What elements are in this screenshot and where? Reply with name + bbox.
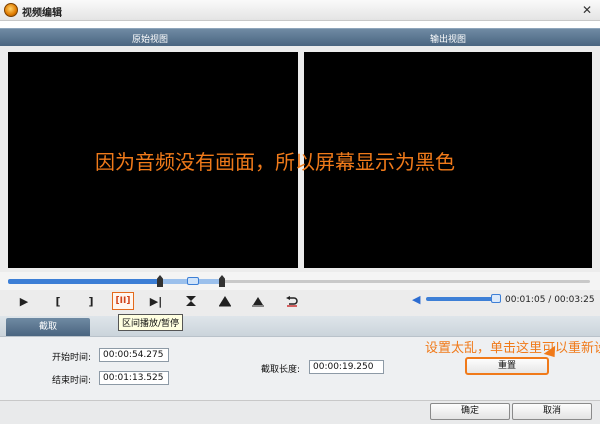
app-logo-icon <box>4 3 18 17</box>
tooltip: 区间播放/暂停 <box>118 314 184 331</box>
undo-icon[interactable] <box>281 292 303 310</box>
play-icon[interactable]: ▶ <box>13 292 35 310</box>
view-header: 原始视图 输出视图 <box>0 28 600 46</box>
mark-in-icon[interactable]: [ <box>47 292 69 310</box>
reset-hint-annotation: 设置太乱，单击这里可以重新设置 <box>425 341 600 356</box>
cancel-button[interactable]: 取消 <box>512 403 592 420</box>
tab-trim[interactable]: 截取 <box>6 318 90 336</box>
title-bar: 视频编辑 ✕ <box>0 0 600 21</box>
volume-icon[interactable]: ◀ <box>412 293 420 306</box>
start-time-label: 开始时间: <box>52 353 92 363</box>
current-time: 00:01:05 <box>505 295 546 305</box>
trim-icon[interactable] <box>180 292 202 310</box>
playhead-handle[interactable] <box>187 277 199 285</box>
mark-out-icon[interactable]: ] <box>80 292 102 310</box>
reset-button[interactable]: 重置 <box>465 357 549 375</box>
footer-bar <box>0 400 600 424</box>
time-separator: / <box>545 295 555 305</box>
length-field[interactable]: 00:00:19.250 <box>309 360 384 374</box>
close-button[interactable]: ✕ <box>580 3 594 17</box>
window-title: 视频编辑 <box>22 8 62 19</box>
next-frame-icon[interactable]: ▶| <box>145 292 167 310</box>
volume-slider[interactable] <box>426 297 500 301</box>
end-time-label: 结束时间: <box>52 376 92 386</box>
output-view-label: 输出视图 <box>430 35 467 45</box>
total-time: 00:03:25 <box>554 295 595 305</box>
ok-button[interactable]: 确定 <box>430 403 510 420</box>
length-label: 截取长度: <box>261 365 301 375</box>
annotation-overlay: 因为音频没有画面，所以屏幕显示为黑色 <box>95 150 455 174</box>
play-range-icon[interactable]: [II] <box>112 292 134 310</box>
eject-right-icon[interactable] <box>247 292 269 310</box>
time-display: 00:01:05 / 00:03:25 <box>505 295 595 305</box>
eject-left-icon[interactable] <box>214 292 236 310</box>
volume-handle[interactable] <box>491 294 501 303</box>
tab-bar <box>0 316 600 336</box>
end-time-field[interactable]: 00:01:13.525 <box>99 371 169 385</box>
original-view-label: 原始视图 <box>132 35 169 45</box>
start-time-field[interactable]: 00:00:54.275 <box>99 348 169 362</box>
